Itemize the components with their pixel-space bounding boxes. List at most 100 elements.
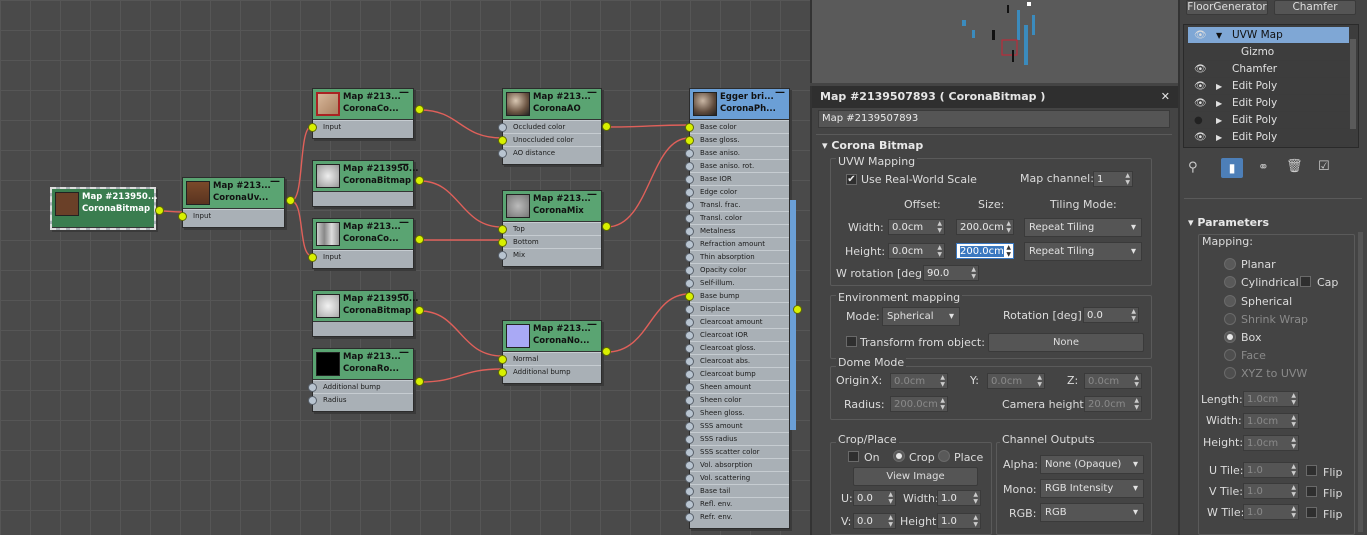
socket-icon[interactable] [685, 279, 694, 288]
material-input-row[interactable]: Displace [685, 302, 789, 315]
material-input-row[interactable]: Clearcoat bump [685, 367, 789, 380]
show-end-result-icon[interactable]: ▮ [1221, 158, 1243, 178]
socket-icon[interactable] [685, 344, 694, 353]
rgb-dropdown[interactable]: RGB [1040, 503, 1144, 522]
eye-icon[interactable]: 👁 [1194, 95, 1207, 112]
planar-radio[interactable] [1224, 258, 1236, 270]
input-socket-row[interactable]: Additional bump [308, 380, 413, 393]
socket-icon[interactable] [685, 201, 694, 210]
node-corona-color-c[interactable]: Map #213... CoronaCo... — Input [308, 217, 414, 269]
socket-icon[interactable] [498, 149, 507, 158]
material-parameter-panel[interactable]: Map #2139507893 ( CoronaBitmap ) ✕ Map #… [810, 86, 1178, 535]
output-socket[interactable] [602, 347, 611, 356]
material-input-row[interactable]: Refr. env. [685, 510, 789, 523]
socket-icon[interactable] [685, 175, 694, 184]
spherical-radio[interactable] [1224, 295, 1236, 307]
crop-u-field[interactable]: 0.0 ▲ ▼ [853, 490, 896, 506]
socket-icon[interactable] [685, 409, 694, 418]
xyz-to-uvw-radio[interactable] [1224, 367, 1236, 379]
socket-icon[interactable] [498, 238, 507, 247]
eye-off-icon[interactable]: ● [1194, 112, 1203, 129]
v-tile-field[interactable]: 1.0 ▲ ▼ [1243, 483, 1299, 499]
env-mode-dropdown[interactable]: Spherical [882, 307, 960, 326]
socket-icon[interactable] [685, 227, 694, 236]
node-corona-mix[interactable]: Map #213... CoronaMix — Top Bottom Mix [498, 189, 602, 267]
spinner-arrows-icon[interactable]: ▲ ▼ [1131, 308, 1136, 322]
height-field[interactable]: 1.0cm ▲ ▼ [1243, 435, 1299, 451]
crop-width-field[interactable]: 1.0 ▲ ▼ [937, 490, 981, 506]
slate-node-graph[interactable]: Map #213950... CoronaBitmap Map #213... … [0, 0, 810, 535]
socket-icon[interactable] [498, 368, 507, 377]
close-icon[interactable]: ✕ [1161, 86, 1170, 108]
expand-right-icon[interactable]: ▶ [1216, 112, 1222, 129]
socket-icon[interactable] [685, 357, 694, 366]
chamfer-button[interactable]: Chamfer [1274, 0, 1356, 15]
height-tiling-dropdown[interactable]: Repeat Tiling [1024, 242, 1142, 261]
material-input-row[interactable]: Vol. scattering [685, 471, 789, 484]
input-socket-row[interactable]: Input [178, 209, 284, 222]
spinner-arrows-icon[interactable]: ▲ ▼ [888, 514, 893, 528]
socket-icon[interactable] [498, 225, 507, 234]
output-socket[interactable] [793, 305, 802, 314]
mono-dropdown[interactable]: RGB Intensity [1040, 479, 1144, 498]
socket-icon[interactable] [685, 383, 694, 392]
socket-icon[interactable] [685, 214, 694, 223]
node-corona-uvw[interactable]: Map #213... CoronaUv... — Input [178, 176, 285, 228]
socket-icon[interactable] [685, 240, 694, 249]
stack-item-uvw-map[interactable]: 👁 ▼ UVW Map [1188, 27, 1349, 44]
socket-icon[interactable] [498, 123, 507, 132]
alpha-dropdown[interactable]: None (Opaque) [1040, 455, 1144, 474]
socket-icon[interactable] [685, 253, 694, 262]
socket-icon[interactable] [685, 331, 694, 340]
box-radio[interactable] [1224, 331, 1236, 343]
minimize-icon[interactable]: — [399, 347, 409, 358]
material-input-row[interactable]: Edge color [685, 185, 789, 198]
material-input-row[interactable]: Refl. env. [685, 497, 789, 510]
u-flip-checkbox[interactable] [1306, 465, 1317, 476]
u-tile-field[interactable]: 1.0 ▲ ▼ [1243, 462, 1299, 478]
material-input-row[interactable]: Transl. frac. [685, 198, 789, 211]
node-corona-normal[interactable]: Map #213... CoronaNo... — Normal Additio… [498, 319, 602, 384]
crop-height-field[interactable]: 1.0 ▲ ▼ [937, 513, 981, 529]
minimize-icon[interactable]: — [399, 87, 409, 98]
spinner-arrows-icon[interactable]: ▲ ▼ [888, 491, 893, 505]
stack-item-chamfer[interactable]: 👁 Chamfer [1188, 61, 1349, 78]
map-name-field[interactable]: Map #2139507893 [818, 110, 1170, 128]
spinner-arrows-icon[interactable]: ▲ ▼ [1291, 414, 1296, 428]
socket-icon[interactable] [498, 355, 507, 364]
input-socket-row[interactable]: Unoccluded color [498, 133, 601, 146]
spinner-arrows-icon[interactable]: ▲ ▼ [1291, 392, 1296, 406]
minimize-icon[interactable]: — [399, 289, 409, 300]
eye-icon[interactable]: 👁 [1194, 27, 1207, 44]
material-input-row[interactable]: Vol. absorption [685, 458, 789, 471]
cap-checkbox[interactable] [1300, 276, 1311, 287]
material-input-row[interactable]: Thin absorption [685, 250, 789, 263]
spinner-arrows-icon[interactable]: ▲ ▼ [1134, 374, 1139, 388]
minimize-icon[interactable]: — [587, 189, 597, 200]
socket-icon[interactable] [498, 251, 507, 260]
stack-item-gizmo[interactable]: Gizmo [1188, 44, 1349, 61]
spinner-arrows-icon[interactable]: ▲ ▼ [1291, 484, 1296, 498]
w-rotation-spinner[interactable]: 90.0 ▲ ▼ [923, 265, 979, 281]
input-socket-row[interactable]: Normal [498, 352, 601, 365]
material-input-row[interactable]: SSS radius [685, 432, 789, 445]
floorgenerator-button[interactable]: FloorGenerator [1186, 0, 1268, 15]
width-offset-field[interactable]: 0.0cm ▲ ▼ [888, 219, 945, 235]
material-input-row[interactable]: Sheen color [685, 393, 789, 406]
crop-v-field[interactable]: 0.0 ▲ ▼ [853, 513, 896, 529]
spinner-arrows-icon[interactable]: ▲ ▼ [1134, 397, 1139, 411]
input-socket-row[interactable]: Input [308, 250, 413, 263]
width-tiling-dropdown[interactable]: Repeat Tiling [1024, 218, 1142, 237]
spinner-arrows-icon[interactable]: ▲ ▼ [937, 244, 942, 258]
node-corona-bitmap-b[interactable]: Map #213950... CoronaBitmap — [312, 159, 419, 207]
material-input-row[interactable]: Metalness [685, 224, 789, 237]
stack-item-edit-poly[interactable]: 👁 ▶ Edit Poly [1188, 95, 1349, 112]
socket-icon[interactable] [308, 396, 317, 405]
transform-checkbox[interactable] [846, 336, 857, 347]
modify-panel[interactable]: FloorGenerator Chamfer 👁 ▼ UVW Map Gizmo 👁… [1178, 0, 1367, 535]
spinner-arrows-icon[interactable]: ▲ ▼ [1291, 436, 1296, 450]
socket-icon[interactable] [685, 305, 694, 314]
spinner-arrows-icon[interactable]: ▲ ▼ [1291, 505, 1296, 519]
socket-icon[interactable] [685, 370, 694, 379]
material-input-row[interactable]: Base color [685, 120, 789, 133]
